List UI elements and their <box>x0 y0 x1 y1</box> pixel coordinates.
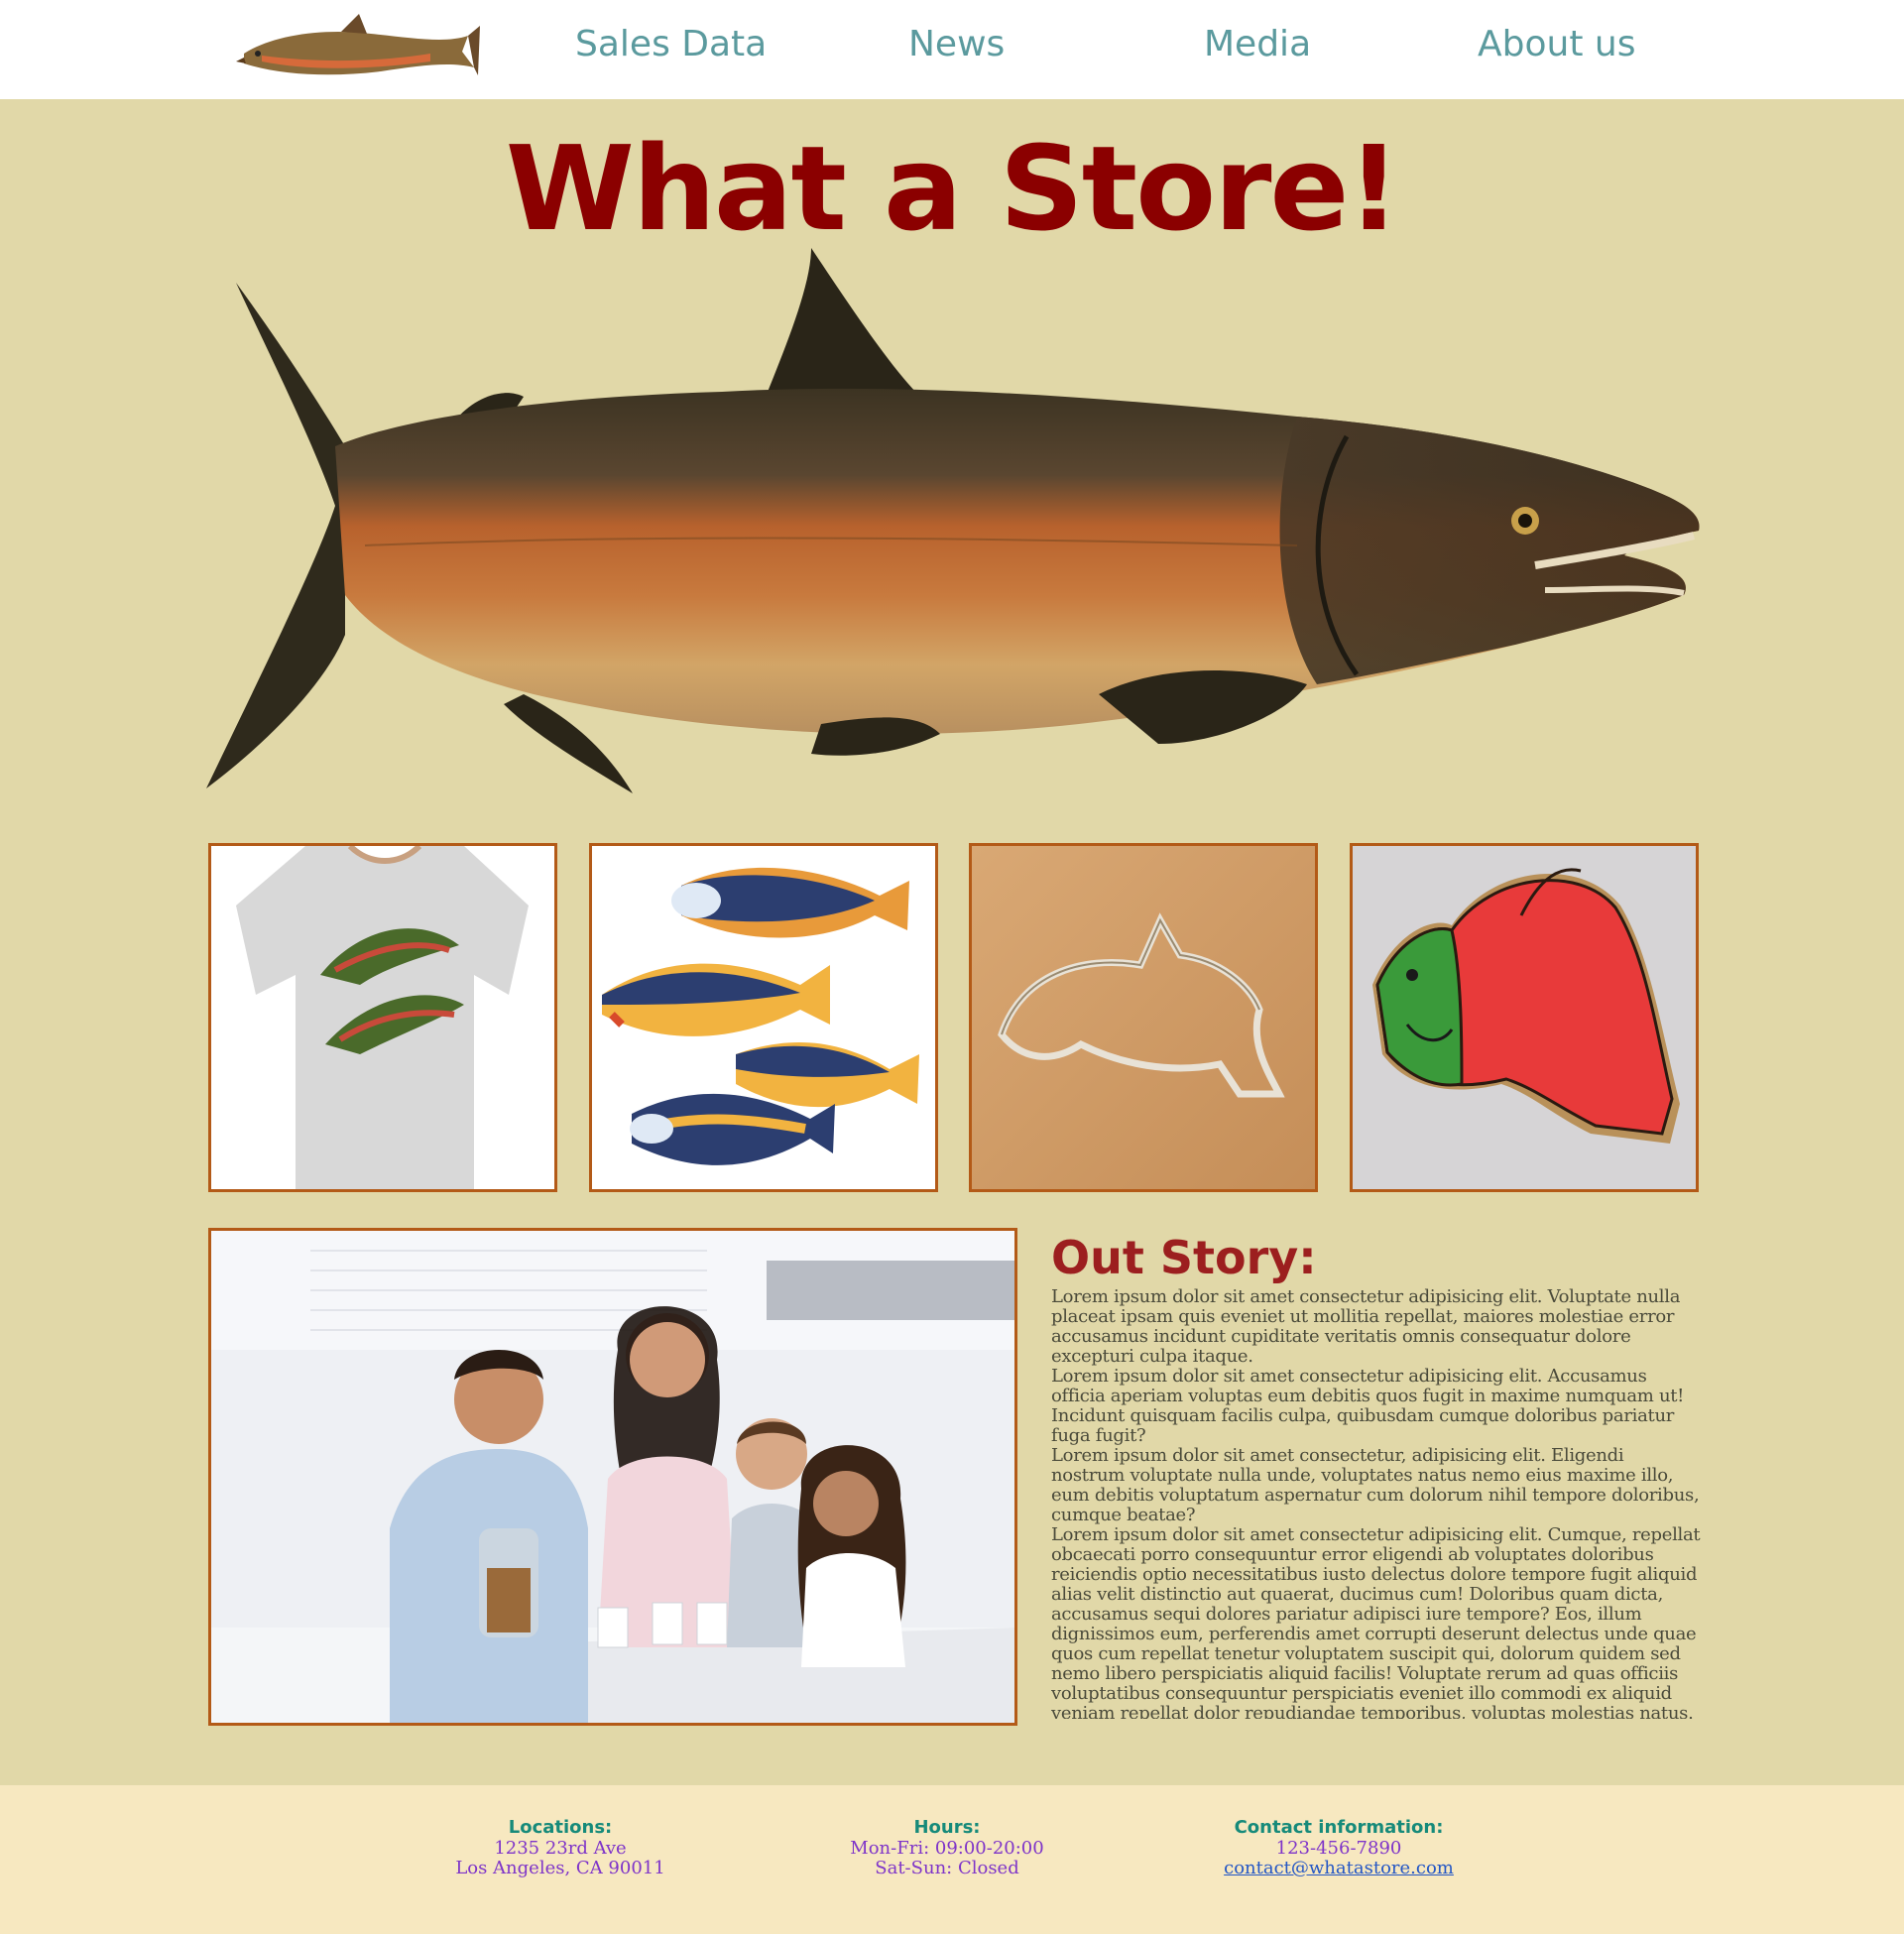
cookie-cutter-image <box>972 846 1315 1189</box>
hours-weekday: Mon-Fri: 09:00-20:00 <box>850 1838 1044 1859</box>
contact-email-link[interactable]: contact@whatastore.com <box>1224 1858 1454 1878</box>
story-paragraph: Lorem ipsum dolor sit amet consectetur, … <box>1051 1445 1700 1525</box>
story-paragraph: Lorem ipsum dolor sit amet consectetur a… <box>1051 1366 1685 1446</box>
thumbnail-salmon-tshirt[interactable] <box>208 843 557 1192</box>
family-photo-frame <box>208 1228 1017 1726</box>
red-cookie-image <box>1353 846 1696 1189</box>
nav-link-about-us[interactable]: About us <box>1478 24 1635 64</box>
footer-hours: Hours: Mon-Fri: 09:00-20:00 Sat-Sun: Clo… <box>749 1817 1145 1878</box>
story-heading: Out Story: <box>1051 1231 1317 1284</box>
locations-heading: Locations: <box>508 1817 613 1838</box>
family-kitchen-photo <box>211 1231 1014 1723</box>
contact-heading: Contact information: <box>1234 1817 1444 1838</box>
contact-phone: 123-456-7890 <box>1275 1838 1402 1859</box>
nav-link-sales-data[interactable]: Sales Data <box>575 24 767 64</box>
address-line: 1235 23rd Ave <box>494 1838 627 1859</box>
thumbnail-red-salmon-cookie[interactable] <box>1350 843 1699 1192</box>
our-story-section: Out Story: Lorem ipsum dolor sit amet co… <box>1051 1228 1701 1719</box>
hero-salmon-image <box>206 248 1700 793</box>
painted-fish-image <box>592 846 935 1189</box>
hours-weekend: Sat-Sun: Closed <box>875 1858 1019 1878</box>
nav-link-news[interactable]: News <box>908 24 1005 64</box>
thumbnail-painted-fish-cookies[interactable] <box>589 843 938 1192</box>
footer-locations: Locations: 1235 23rd Ave Los Angeles, CA… <box>362 1817 759 1878</box>
story-paragraph: Lorem ipsum dolor sit amet consectetur a… <box>1051 1524 1701 1720</box>
hours-heading: Hours: <box>913 1817 981 1838</box>
hero-title: What a Store! <box>505 120 1400 257</box>
tshirt-image <box>211 846 554 1189</box>
footer: Locations: 1235 23rd Ave Los Angeles, CA… <box>0 1785 1904 1934</box>
top-navbar: Sales Data News Media About us <box>0 0 1904 99</box>
footer-contact: Contact information: 123-456-7890 contac… <box>1140 1817 1537 1878</box>
story-paragraph: Lorem ipsum dolor sit amet consectetur a… <box>1051 1286 1681 1367</box>
thumbnail-fish-cookie-cutter[interactable] <box>969 843 1318 1192</box>
salmon-logo[interactable] <box>232 6 480 95</box>
address-line: Los Angeles, CA 90011 <box>455 1858 665 1878</box>
nav-link-media[interactable]: Media <box>1204 24 1311 64</box>
